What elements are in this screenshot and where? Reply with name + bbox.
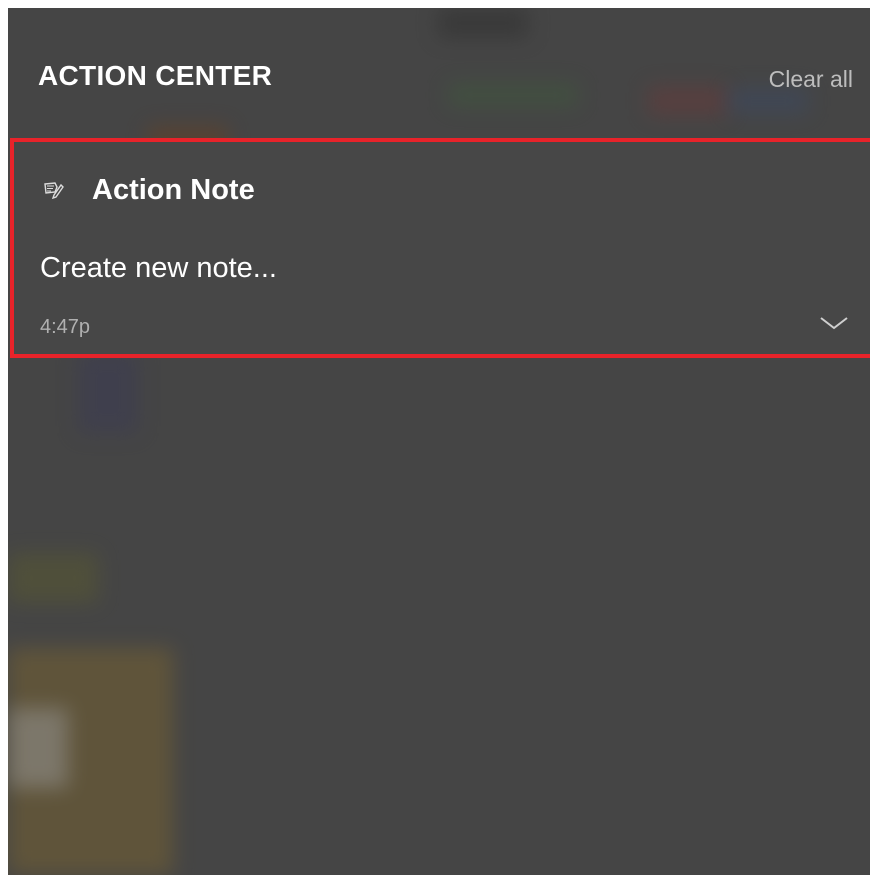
notification-app-header: Action Note bbox=[42, 170, 255, 210]
background-blur bbox=[78, 353, 138, 433]
action-center-header: ACTION CENTER Clear all bbox=[8, 8, 870, 138]
background-blur bbox=[8, 708, 68, 788]
note-pencil-icon bbox=[42, 179, 64, 201]
action-center-panel: ACTION CENTER Clear all Action Note Crea… bbox=[8, 8, 870, 875]
action-center-title: ACTION CENTER bbox=[38, 60, 273, 91]
notification-app-name: Action Note bbox=[92, 173, 255, 206]
notification-card[interactable]: Action Note Create new note... 4:47p bbox=[10, 138, 870, 358]
clear-all-button[interactable]: Clear all bbox=[769, 66, 853, 93]
notification-time: 4:47p bbox=[40, 316, 91, 338]
notification-text: Create new note... bbox=[40, 252, 277, 284]
background-blur bbox=[8, 553, 98, 603]
chevron-down-icon[interactable] bbox=[818, 312, 850, 334]
